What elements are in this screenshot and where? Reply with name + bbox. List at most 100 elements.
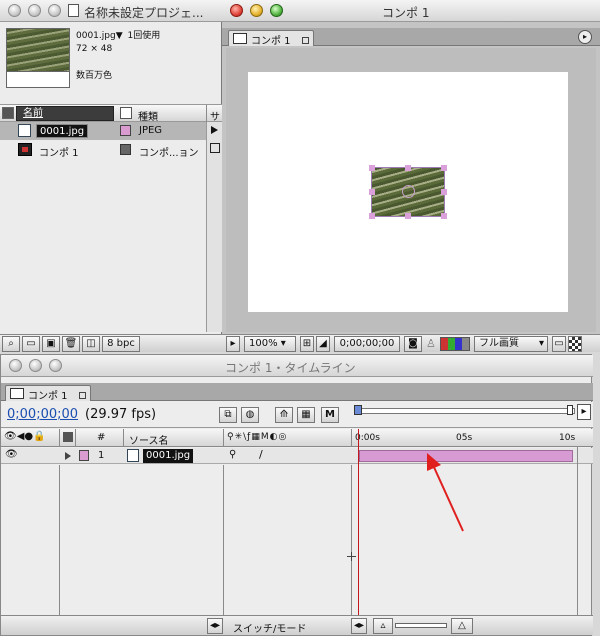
channel-icon[interactable] xyxy=(440,337,470,351)
layer-name[interactable]: 0001.jpg xyxy=(143,449,194,463)
motion-blur-icon[interactable]: ◍ xyxy=(241,407,259,423)
expand-right-icon[interactable]: ▸ xyxy=(577,404,591,420)
toggle-left-icon[interactable]: ◂▸ xyxy=(207,618,223,634)
zoom-slider[interactable] xyxy=(395,623,447,628)
tab-close-icon[interactable] xyxy=(78,392,86,399)
project-item-name[interactable]: コンポ 1 xyxy=(39,144,79,159)
label-color-column-icon[interactable] xyxy=(2,107,14,119)
flowchart-icon[interactable] xyxy=(210,143,220,153)
label-color-swatch[interactable] xyxy=(120,125,131,136)
handle[interactable] xyxy=(441,165,447,171)
av-features-icons[interactable]: 👁◀●🔒 xyxy=(4,431,46,442)
column-source-name[interactable]: ソース名 xyxy=(129,432,169,447)
comp-tabbar: コンポ 1 ▸ xyxy=(222,28,600,47)
transparency-grid-icon[interactable] xyxy=(568,336,582,352)
zoom-out-icon[interactable]: ▵ xyxy=(373,618,393,634)
comp-tab[interactable]: コンポ 1 xyxy=(228,30,314,47)
expand-layer-icon[interactable] xyxy=(65,452,71,460)
column-divider xyxy=(206,105,207,122)
project-row-0[interactable]: 0001.jpg JPEG xyxy=(0,122,206,140)
current-time-marker[interactable] xyxy=(354,405,362,415)
tab-close-icon[interactable] xyxy=(301,37,309,44)
handle[interactable] xyxy=(369,165,375,171)
work-area-end[interactable] xyxy=(567,405,573,415)
new-folder-icon[interactable]: ▭ xyxy=(22,336,40,352)
column-type-icon[interactable] xyxy=(120,107,132,119)
minimize-button[interactable] xyxy=(29,359,42,372)
handle[interactable] xyxy=(405,213,411,219)
project-window: 名称未設定プロジェ... 0001.jpg▼ 1回使用 72 × 48 数百万色… xyxy=(0,0,222,352)
project-item-name[interactable]: 0001.jpg xyxy=(36,124,89,138)
trash-icon[interactable]: 🗑 xyxy=(62,336,80,352)
expand-arrow-icon[interactable] xyxy=(211,126,218,134)
project-scroll-column[interactable] xyxy=(206,122,222,332)
zoom-button[interactable] xyxy=(270,4,283,17)
toggle-right-icon[interactable]: ◂▸ xyxy=(351,618,367,634)
comp-footer: ▸ 100% ▾ ⊞ ◢ 0;00;00;00 ◙ ♙ フル画質 ▾ ▭ xyxy=(222,334,600,352)
new-comp-icon[interactable]: ▣ xyxy=(42,336,60,352)
quality-switch-icon[interactable]: / xyxy=(259,448,263,461)
handle[interactable] xyxy=(441,189,447,195)
graph-editor-icon[interactable]: M xyxy=(321,407,339,423)
bpc-button[interactable]: 8 bpc xyxy=(102,336,140,352)
zoom-menu[interactable]: 100% ▾ xyxy=(244,336,296,352)
snapshot-icon[interactable]: ▸ xyxy=(226,336,240,352)
panel-menu-icon[interactable]: ▸ xyxy=(578,30,592,44)
work-area-track[interactable] xyxy=(357,408,575,414)
timeline-timecode[interactable]: 0;00;00;00 xyxy=(7,407,78,422)
zoom-in-icon[interactable]: △ xyxy=(451,618,473,634)
close-button[interactable] xyxy=(9,359,22,372)
find-icon[interactable]: ⌕ xyxy=(2,336,20,352)
handle[interactable] xyxy=(441,213,447,219)
close-button[interactable] xyxy=(230,4,243,17)
thumb-filename[interactable]: 0001.jpg▼ xyxy=(76,31,123,41)
zoom-button[interactable] xyxy=(49,359,62,372)
person-icon[interactable]: ♙ xyxy=(426,337,436,350)
shy-switch-icon[interactable]: ⚲ xyxy=(229,449,236,460)
film-icon[interactable]: ▦ xyxy=(297,407,315,423)
anchor-point-icon[interactable] xyxy=(402,185,415,198)
handle[interactable] xyxy=(369,213,375,219)
column-extra[interactable]: サ xyxy=(210,108,220,123)
handle[interactable] xyxy=(405,165,411,171)
comp-canvas[interactable] xyxy=(248,72,568,312)
column-name[interactable]: 名前 xyxy=(16,106,114,121)
project-title: 名称未設定プロジェ... xyxy=(84,6,204,20)
zoom-button[interactable] xyxy=(48,4,61,17)
project-row-1[interactable]: コンポ 1 コンポ...ョン xyxy=(0,141,206,159)
comp-window: コンポ 1 コンポ 1 ▸ ▸ 100% ▾ ⊞ ◢ 0;00;00;00 ◙ … xyxy=(222,0,600,352)
layer-image[interactable] xyxy=(371,167,445,217)
project-item-type: コンポ...ョン xyxy=(139,148,199,159)
layer-row[interactable]: 👁 1 0001.jpg ⚲ / xyxy=(1,448,593,464)
eye-icon[interactable]: 👁 xyxy=(5,449,18,460)
comp-timecode[interactable]: 0;00;00;00 xyxy=(334,336,400,352)
handle[interactable] xyxy=(369,189,375,195)
label-column-icon[interactable] xyxy=(63,432,73,442)
minimize-button[interactable] xyxy=(250,4,263,17)
title-safe-icon[interactable]: ⊞ xyxy=(300,336,314,352)
interpret-icon[interactable]: ◫ xyxy=(82,336,100,352)
column-type[interactable]: 種類 xyxy=(138,108,158,123)
comp-tab-label: コンポ 1 xyxy=(251,36,291,47)
column-hash[interactable]: # xyxy=(97,432,105,443)
close-button[interactable] xyxy=(8,4,21,17)
frame-blend-icon[interactable]: ⧉ xyxy=(219,407,237,423)
timeline-tab[interactable]: コンポ 1 xyxy=(5,385,91,402)
mask-icon[interactable]: ◢ xyxy=(316,336,330,352)
comp-icon-mark xyxy=(22,147,28,152)
timeline-titlebar[interactable]: コンポ 1・タイムライン xyxy=(1,355,593,377)
comp-viewer[interactable] xyxy=(226,48,596,332)
label-color-swatch[interactable] xyxy=(120,144,131,155)
switches-modes-toggle[interactable]: スイッチ/モード xyxy=(233,620,306,635)
camera-icon[interactable]: ◙ xyxy=(404,336,422,352)
column-divider xyxy=(351,429,352,447)
layer-label-color[interactable] xyxy=(79,450,89,461)
quality-menu[interactable]: フル画質 ▾ xyxy=(474,336,548,352)
switches-icons[interactable]: ⚲✳\ƒ▦M◐◎ xyxy=(227,432,287,442)
minimize-button[interactable] xyxy=(28,4,41,17)
comp-titlebar[interactable]: コンポ 1 xyxy=(222,0,600,22)
project-titlebar[interactable]: 名称未設定プロジェ... xyxy=(0,0,222,22)
current-time-indicator[interactable] xyxy=(358,429,359,615)
draft-3d-icon[interactable]: ⟰ xyxy=(275,407,293,423)
region-icon[interactable]: ▭ xyxy=(552,336,566,352)
